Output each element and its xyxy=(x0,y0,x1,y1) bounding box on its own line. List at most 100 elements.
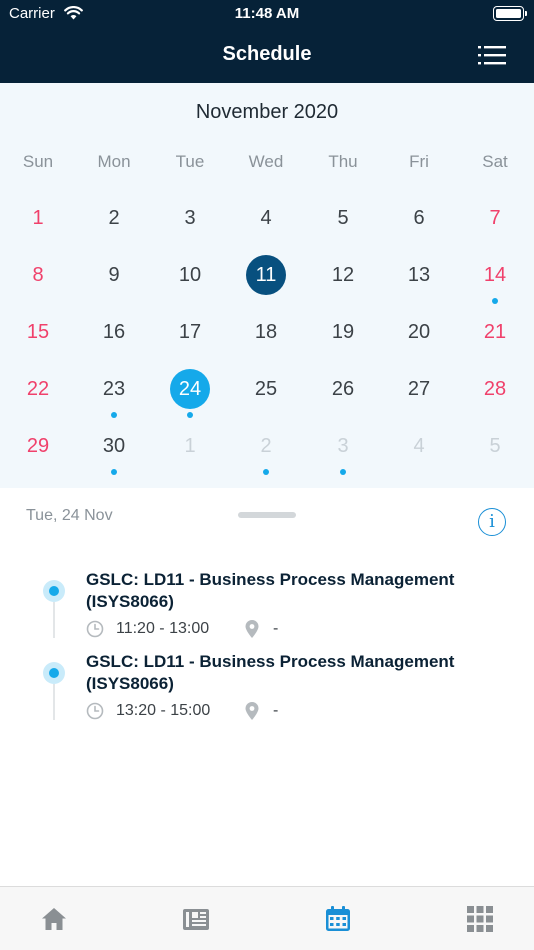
weekday-label: Thu xyxy=(328,152,358,171)
calendar-day[interactable]: 10 xyxy=(152,252,228,302)
drag-handle[interactable] xyxy=(238,512,296,518)
calendar-day[interactable]: 20 xyxy=(381,309,457,359)
calendar-day-next-month[interactable]: 5 xyxy=(457,423,533,473)
timeline-line xyxy=(53,684,55,720)
status-bar: Carrier 11:48 AM xyxy=(0,0,534,30)
day-number: 27 xyxy=(407,378,431,400)
calendar-day[interactable]: 17 xyxy=(152,309,228,359)
weekday-label: Sat xyxy=(482,152,508,171)
month-label: November 2020 xyxy=(195,101,339,123)
event-marker-icon xyxy=(43,662,65,684)
calendar-day[interactable]: 14 xyxy=(457,252,533,304)
calendar-icon[interactable] xyxy=(324,905,352,933)
calendar-day[interactable]: 18 xyxy=(228,309,304,359)
day-number: 7 xyxy=(489,207,501,229)
info-icon[interactable]: i xyxy=(478,508,506,536)
calendar-day[interactable]: 16 xyxy=(76,309,152,359)
day-number: 3 xyxy=(184,207,196,229)
agenda-panel: Tue, 24 Nov i GSLC: LD11 - Business Proc… xyxy=(0,488,534,886)
event-dot xyxy=(263,469,269,475)
calendar-day[interactable]: 25 xyxy=(228,366,304,416)
day-number: 21 xyxy=(483,321,507,343)
day-number: 29 xyxy=(26,435,50,457)
month-calendar: November 2020 Sun Mon Tue Wed Thu Fri Sa… xyxy=(0,83,534,488)
event-dot xyxy=(111,469,117,475)
calendar-day[interactable]: 4 xyxy=(228,195,304,245)
day-number: 3 xyxy=(337,435,349,457)
calendar-day[interactable]: 9 xyxy=(76,252,152,302)
clock-icon xyxy=(86,702,104,720)
day-number: 19 xyxy=(331,321,355,343)
day-number: 16 xyxy=(102,321,126,343)
day-number: 2 xyxy=(108,207,120,229)
newspaper-icon[interactable] xyxy=(182,905,210,933)
event-location: - xyxy=(273,620,279,637)
calendar-day-today[interactable]: 11 xyxy=(228,252,304,302)
day-number: 2 xyxy=(260,435,272,457)
calendar-day[interactable]: 23 xyxy=(76,366,152,418)
calendar-day[interactable]: 26 xyxy=(305,366,381,416)
event-title: GSLC: LD11 - Business Process Management… xyxy=(86,570,455,611)
day-number: 1 xyxy=(32,207,44,229)
event-item[interactable]: GSLC: LD11 - Business Process Management… xyxy=(0,558,534,640)
day-number: 4 xyxy=(260,207,272,229)
event-title: GSLC: LD11 - Business Process Management… xyxy=(86,652,455,693)
calendar-day-next-month[interactable]: 4 xyxy=(381,423,457,473)
event-location: - xyxy=(273,702,279,719)
calendar-day[interactable]: 29 xyxy=(0,423,76,473)
weekday-label: Tue xyxy=(175,152,205,171)
calendar-day-next-month[interactable]: 3 xyxy=(305,423,381,475)
day-number: 4 xyxy=(413,435,425,457)
page-title: Schedule xyxy=(222,43,312,65)
calendar-day[interactable]: 5 xyxy=(305,195,381,245)
calendar-day[interactable]: 28 xyxy=(457,366,533,416)
calendar-day[interactable]: 27 xyxy=(381,366,457,416)
day-number: 18 xyxy=(254,321,278,343)
calendar-day[interactable]: 1 xyxy=(0,195,76,245)
day-number: 24 xyxy=(178,378,202,400)
home-icon[interactable] xyxy=(40,905,68,933)
day-number: 5 xyxy=(489,435,501,457)
status-time: 11:48 AM xyxy=(234,5,300,22)
calendar-day[interactable]: 6 xyxy=(381,195,457,245)
grid-icon[interactable] xyxy=(466,905,494,933)
timeline-line xyxy=(53,602,55,638)
calendar-day-next-month[interactable]: 1 xyxy=(152,423,228,473)
list-icon[interactable] xyxy=(478,43,506,67)
event-time: 13:20 - 15:00 xyxy=(116,702,211,719)
calendar-day-selected[interactable]: 24 xyxy=(152,366,228,418)
calendar-day[interactable]: 3 xyxy=(152,195,228,245)
day-number: 28 xyxy=(483,378,507,400)
day-number: 9 xyxy=(108,264,120,286)
day-number: 23 xyxy=(102,378,126,400)
calendar-day[interactable]: 15 xyxy=(0,309,76,359)
clock-icon xyxy=(86,620,104,638)
day-number: 30 xyxy=(102,435,126,457)
event-item[interactable]: GSLC: LD11 - Business Process Management… xyxy=(0,640,534,722)
battery-icon xyxy=(493,6,527,21)
day-number: 12 xyxy=(331,264,355,286)
event-dot xyxy=(492,298,498,304)
day-number: 22 xyxy=(26,378,50,400)
calendar-day[interactable]: 21 xyxy=(457,309,533,359)
location-pin-icon xyxy=(245,702,259,720)
calendar-day[interactable]: 7 xyxy=(457,195,533,245)
day-number: 5 xyxy=(337,207,349,229)
day-number: 1 xyxy=(184,435,196,457)
calendar-day[interactable]: 30 xyxy=(76,423,152,475)
event-time: 11:20 - 13:00 xyxy=(116,620,210,637)
location-pin-icon xyxy=(245,620,259,638)
calendar-day-next-month[interactable]: 2 xyxy=(228,423,304,475)
calendar-day[interactable]: 22 xyxy=(0,366,76,416)
navigation-bar: Schedule xyxy=(0,30,534,83)
calendar-day[interactable]: 13 xyxy=(381,252,457,302)
event-dot xyxy=(111,412,117,418)
event-dot xyxy=(187,412,193,418)
day-number: 11 xyxy=(255,264,277,286)
calendar-day[interactable]: 12 xyxy=(305,252,381,302)
day-number: 6 xyxy=(413,207,425,229)
weekday-label: Sun xyxy=(22,152,54,171)
calendar-day[interactable]: 19 xyxy=(305,309,381,359)
calendar-day[interactable]: 2 xyxy=(76,195,152,245)
calendar-day[interactable]: 8 xyxy=(0,252,76,302)
